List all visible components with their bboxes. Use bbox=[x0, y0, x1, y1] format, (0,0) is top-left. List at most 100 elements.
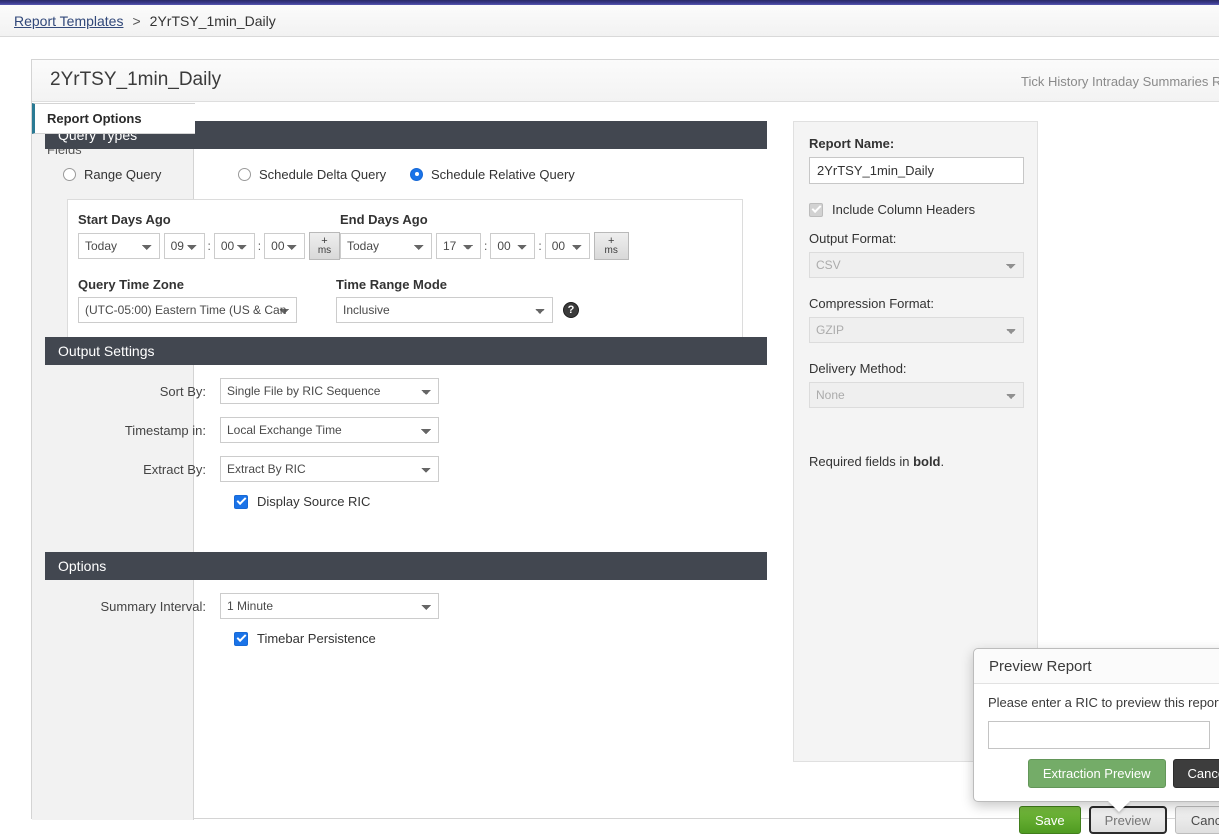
radio-circle-icon bbox=[238, 167, 251, 181]
extract-by-select[interactable]: Extract By RIC bbox=[220, 456, 439, 482]
required-note-suffix: . bbox=[940, 454, 945, 469]
timebar-persistence-row[interactable]: Timebar Persistence bbox=[45, 631, 767, 646]
preview-report-popover: Preview Report Please enter a RIC to pre… bbox=[973, 648, 1219, 812]
options-header: Options bbox=[45, 552, 767, 580]
time-colon: : bbox=[538, 239, 542, 253]
include-column-headers-checkbox bbox=[809, 202, 823, 217]
save-button[interactable]: Save bbox=[1019, 806, 1081, 834]
end-second-select[interactable]: 00 bbox=[544, 233, 590, 259]
preview-popover-buttons: Extraction Preview Cancel bbox=[988, 759, 1219, 788]
required-note-bold: bold bbox=[913, 454, 941, 469]
radio-schedule-delta-query[interactable]: Schedule Delta Query bbox=[238, 167, 410, 182]
end-milliseconds-button[interactable]: + ms bbox=[593, 232, 629, 260]
timebar-persistence-checkbox[interactable] bbox=[234, 631, 248, 646]
time-colon: : bbox=[484, 239, 488, 253]
start-second-select[interactable]: 00 bbox=[264, 233, 306, 259]
help-icon[interactable]: ? bbox=[563, 302, 579, 318]
output-settings-header: Output Settings bbox=[45, 337, 767, 365]
timestamp-in-select[interactable]: Local Exchange Time bbox=[220, 417, 439, 443]
end-time-controls: Today 17 : 00 : 00 + ms bbox=[340, 232, 629, 260]
query-types-body: Range Query Schedule Delta Query Schedul… bbox=[45, 149, 767, 340]
page-title: 2YrTSY_1min_Daily bbox=[50, 69, 222, 90]
time-colon: : bbox=[257, 239, 262, 253]
display-source-ric-row[interactable]: Display Source RIC bbox=[45, 494, 767, 509]
radio-schedule-relative-query[interactable]: Schedule Relative Query bbox=[410, 167, 575, 182]
summary-interval-label: Summary Interval: bbox=[100, 598, 206, 614]
time-colon: : bbox=[207, 239, 211, 253]
start-milliseconds-button[interactable]: + ms bbox=[309, 232, 340, 260]
sort-by-select[interactable]: Single File by RIC Sequence bbox=[220, 378, 439, 404]
query-time-zone-group: Query Time Zone (UTC-05:00) Eastern Time… bbox=[78, 277, 336, 323]
output-settings-section: Output Settings Sort By: Single File by … bbox=[45, 337, 767, 509]
days-ago-row: Start Days Ago Today 09 : 00: 00 + ms E… bbox=[68, 212, 742, 260]
radio-circle-icon bbox=[63, 167, 76, 181]
extract-by-label: Extract By: bbox=[143, 461, 206, 477]
radio-range-query[interactable]: Range Query bbox=[63, 167, 238, 182]
preview-popover-title: Preview Report bbox=[974, 649, 1219, 684]
timestamp-in-row: Timestamp in: Local Exchange Time bbox=[45, 417, 767, 443]
radio-schedule-relative-query-label: Schedule Relative Query bbox=[431, 166, 575, 182]
query-time-zone-select[interactable]: (UTC-05:00) Eastern Time (US & Can bbox=[78, 297, 297, 323]
timestamp-in-label: Timestamp in: bbox=[124, 422, 206, 438]
page-body: 2YrTSY_1min_Daily Tick History Intraday … bbox=[0, 38, 1219, 834]
cancel-button[interactable]: Cancel bbox=[1174, 806, 1219, 834]
preview-popover-message: Please enter a RIC to preview this repor… bbox=[988, 695, 1219, 710]
display-source-ric-label: Display Source RIC bbox=[257, 494, 371, 509]
card-header: 2YrTSY_1min_Daily Tick History Intraday … bbox=[32, 60, 1219, 102]
tab-report-options[interactable]: Report Options bbox=[32, 103, 195, 134]
end-minute-select[interactable]: 00 bbox=[490, 233, 536, 259]
display-source-ric-checkbox[interactable] bbox=[234, 494, 248, 509]
report-name-label: Report Name: bbox=[809, 136, 895, 151]
timebar-persistence-label: Timebar Persistence bbox=[257, 631, 376, 646]
radio-range-query-label: Range Query bbox=[84, 166, 162, 182]
required-note-prefix: Required fields in bbox=[809, 454, 914, 469]
start-ms-unit-label: ms bbox=[317, 245, 332, 256]
start-days-ago-group: Start Days Ago Today 09 : 00: 00 + ms bbox=[78, 212, 340, 260]
start-days-ago-label: Start Days Ago bbox=[78, 212, 171, 227]
start-minute-select[interactable]: 00 bbox=[213, 233, 255, 259]
sort-by-label: Sort By: bbox=[159, 383, 206, 399]
end-ms-unit-label: ms bbox=[604, 245, 618, 256]
delivery-method-select: None bbox=[809, 382, 1024, 408]
output-format-select: CSV bbox=[809, 252, 1024, 278]
preview-popover-cancel-button[interactable]: Cancel bbox=[1172, 759, 1219, 788]
end-days-ago-label: End Days Ago bbox=[340, 212, 428, 227]
end-day-select[interactable]: Today bbox=[340, 233, 432, 259]
time-range-mode-group: Time Range Mode Inclusive bbox=[336, 277, 553, 323]
report-name-input[interactable] bbox=[809, 157, 1024, 184]
sort-by-row: Sort By: Single File by RIC Sequence bbox=[45, 378, 767, 404]
start-time-controls: Today 09 : 00 : 00 + ms bbox=[78, 232, 340, 260]
time-range-mode-select[interactable]: Inclusive bbox=[336, 297, 553, 323]
options-section: Options Summary Interval: 1 Minute Timeb… bbox=[45, 552, 767, 646]
output-format-label: Output Format: bbox=[809, 231, 897, 246]
include-column-headers-label: Include Column Headers bbox=[832, 202, 976, 217]
breadcrumb-link-report-templates[interactable]: Report Templates bbox=[14, 13, 123, 29]
breadcrumb-current: 2YrTSY_1min_Daily bbox=[149, 12, 276, 29]
radio-circle-selected-icon bbox=[410, 167, 423, 181]
query-time-zone-label: Query Time Zone bbox=[78, 277, 184, 292]
popover-arrow-icon bbox=[1108, 801, 1130, 812]
preview-popover-body: Please enter a RIC to preview this repor… bbox=[974, 684, 1219, 801]
start-hour-select[interactable]: 09 bbox=[163, 233, 205, 259]
extraction-preview-button[interactable]: Extraction Preview bbox=[1027, 759, 1166, 788]
start-day-select[interactable]: Today bbox=[78, 233, 161, 259]
preview-ric-input[interactable] bbox=[988, 721, 1210, 749]
compression-format-select: GZIP bbox=[809, 317, 1024, 343]
summary-interval-select[interactable]: 1 Minute bbox=[220, 593, 439, 619]
end-hour-select[interactable]: 17 bbox=[436, 233, 481, 259]
compression-format-label: Compression Format: bbox=[809, 296, 934, 311]
required-fields-note: Required fields in bold. bbox=[809, 454, 1022, 469]
delivery-method-label: Delivery Method: bbox=[809, 361, 907, 376]
tab-report-options-label: Report Options bbox=[47, 111, 142, 126]
summary-interval-row: Summary Interval: 1 Minute bbox=[45, 593, 767, 619]
include-column-headers-row: Include Column Headers bbox=[809, 202, 1022, 217]
end-days-ago-group: End Days Ago Today 17 : 00: 00 + ms bbox=[340, 212, 629, 260]
relative-query-panel: Start Days Ago Today 09 : 00: 00 + ms E… bbox=[67, 199, 743, 340]
breadcrumb: Report Templates > 2YrTSY_1min_Daily bbox=[0, 5, 1219, 37]
query-types-section: Query Types Range Query Schedule Delta Q… bbox=[45, 121, 767, 340]
radio-schedule-delta-query-label: Schedule Delta Query bbox=[259, 166, 387, 182]
query-type-radio-group: Range Query Schedule Delta Query Schedul… bbox=[45, 163, 767, 185]
breadcrumb-separator: > bbox=[132, 12, 141, 29]
extract-by-row: Extract By: Extract By RIC bbox=[45, 456, 767, 482]
report-type-subtitle: Tick History Intraday Summaries Report bbox=[1021, 74, 1219, 89]
